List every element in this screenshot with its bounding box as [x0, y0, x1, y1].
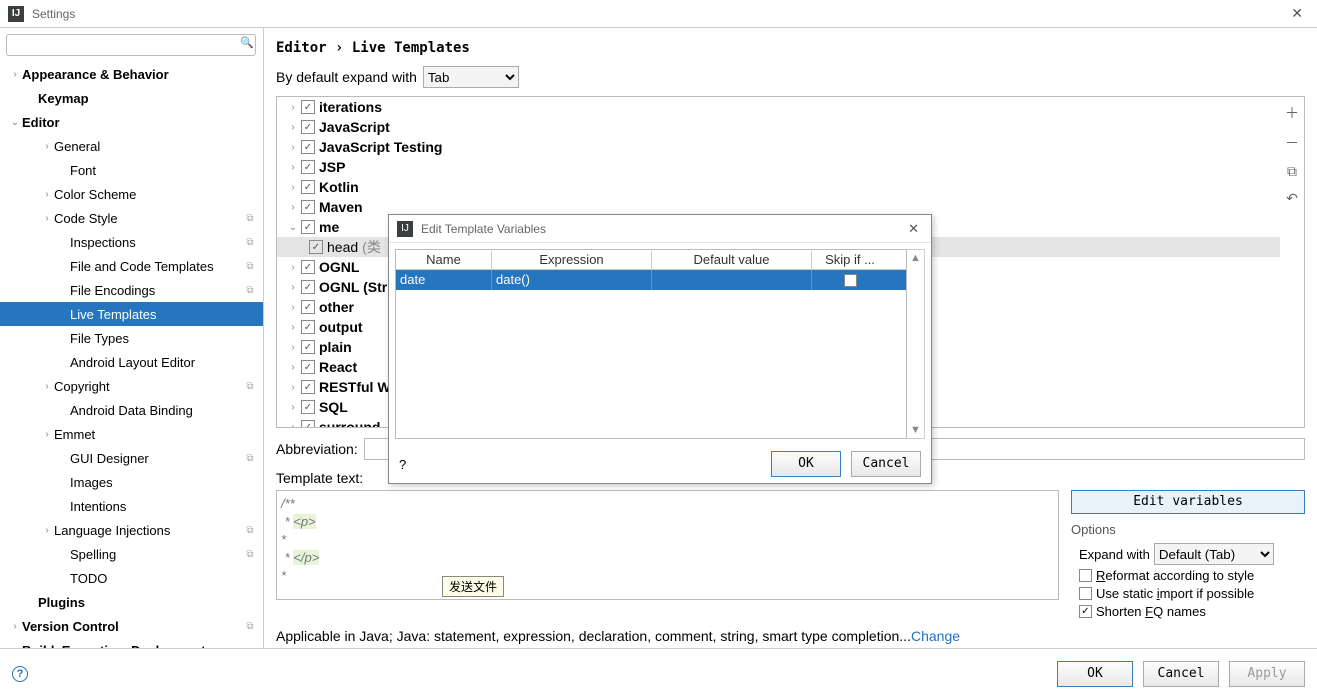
- sidebar-item[interactable]: Images: [0, 470, 263, 494]
- ok-button[interactable]: OK: [1057, 661, 1133, 687]
- sidebar-item[interactable]: Plugins: [0, 590, 263, 614]
- undo-icon[interactable]: ↶: [1286, 190, 1298, 207]
- sidebar-item[interactable]: File Types: [0, 326, 263, 350]
- sidebar-item[interactable]: ›Color Scheme: [0, 182, 263, 206]
- sidebar-item[interactable]: ›Build, Execution, Deployment: [0, 638, 263, 648]
- sidebar-item[interactable]: Android Data Binding: [0, 398, 263, 422]
- tooltip: 发送文件: [442, 576, 504, 597]
- window-title: Settings: [32, 7, 1285, 21]
- add-icon[interactable]: ＋: [1285, 103, 1299, 123]
- applicable-text: Applicable in Java; Java: statement, exp…: [276, 628, 911, 644]
- sidebar-item[interactable]: ›Copyright⧉: [0, 374, 263, 398]
- cancel-button[interactable]: Cancel: [1143, 661, 1219, 687]
- close-icon[interactable]: ✕: [904, 221, 923, 237]
- sidebar-item[interactable]: ›Code Style⧉: [0, 206, 263, 230]
- edit-template-variables-dialog: IJ Edit Template Variables ✕ Name Expres…: [388, 214, 932, 484]
- sidebar-item[interactable]: Keymap: [0, 86, 263, 110]
- expand-default-label: By default expand with: [276, 69, 417, 85]
- search-icon: 🔍: [240, 36, 254, 49]
- checkbox-skip[interactable]: [844, 274, 857, 287]
- dialog-cancel-button[interactable]: Cancel: [851, 451, 921, 477]
- remove-icon[interactable]: －: [1285, 133, 1299, 153]
- template-text-label: Template text:: [276, 470, 363, 486]
- help-icon[interactable]: ?: [12, 666, 28, 682]
- template-group[interactable]: ›✓JavaScript Testing: [277, 137, 1280, 157]
- breadcrumb: Editor › Live Templates: [276, 36, 1305, 66]
- checkbox-shorten-fq[interactable]: ✓: [1079, 605, 1092, 618]
- template-group[interactable]: ›✓Kotlin: [277, 177, 1280, 197]
- sidebar-item[interactable]: ›Appearance & Behavior: [0, 62, 263, 86]
- template-text-area[interactable]: /** * <p> * * </p> *: [276, 490, 1059, 600]
- sidebar-item[interactable]: Live Templates: [0, 302, 263, 326]
- sidebar-item[interactable]: ›General: [0, 134, 263, 158]
- close-icon[interactable]: ✕: [1285, 5, 1309, 22]
- search-input[interactable]: [6, 34, 256, 56]
- sidebar-item[interactable]: File and Code Templates⧉: [0, 254, 263, 278]
- app-icon: IJ: [8, 6, 24, 22]
- sidebar-item[interactable]: Font: [0, 158, 263, 182]
- sidebar-item[interactable]: Spelling⧉: [0, 542, 263, 566]
- sidebar-item[interactable]: ›Version Control⧉: [0, 614, 263, 638]
- col-default: Default value: [652, 250, 812, 269]
- template-group[interactable]: ›✓iterations: [277, 97, 1280, 117]
- sidebar-item[interactable]: Intentions: [0, 494, 263, 518]
- template-group[interactable]: ›✓JSP: [277, 157, 1280, 177]
- dialog-title: Edit Template Variables: [421, 222, 904, 236]
- settings-tree[interactable]: ›Appearance & BehaviorKeymap⌄Editor›Gene…: [0, 62, 263, 648]
- sidebar-item[interactable]: TODO: [0, 566, 263, 590]
- edit-variables-button[interactable]: Edit variables: [1071, 490, 1305, 514]
- sidebar-item[interactable]: ⌄Editor: [0, 110, 263, 134]
- checkbox-static-import[interactable]: [1079, 587, 1092, 600]
- apply-button[interactable]: Apply: [1229, 661, 1305, 687]
- checkbox-reformat[interactable]: [1079, 569, 1092, 582]
- template-group[interactable]: ›✓JavaScript: [277, 117, 1280, 137]
- sidebar-item[interactable]: GUI Designer⧉: [0, 446, 263, 470]
- app-icon: IJ: [397, 221, 413, 237]
- options-title: Options: [1071, 522, 1305, 537]
- sidebar-item[interactable]: ›Language Injections⧉: [0, 518, 263, 542]
- expand-with-select[interactable]: Default (Tab): [1154, 543, 1274, 565]
- help-icon[interactable]: ?: [399, 457, 406, 472]
- abbreviation-label: Abbreviation:: [276, 441, 358, 457]
- variables-table[interactable]: Name Expression Default value Skip if ..…: [395, 249, 907, 439]
- sidebar-item[interactable]: ›Emmet: [0, 422, 263, 446]
- expand-default-select[interactable]: Tab: [423, 66, 519, 88]
- col-expression: Expression: [492, 250, 652, 269]
- dialog-ok-button[interactable]: OK: [771, 451, 841, 477]
- copy-icon[interactable]: ⧉: [1287, 163, 1297, 180]
- change-link[interactable]: Change: [911, 628, 960, 644]
- sidebar-item[interactable]: File Encodings⧉: [0, 278, 263, 302]
- sidebar-item[interactable]: Android Layout Editor: [0, 350, 263, 374]
- sidebar-item[interactable]: Inspections⧉: [0, 230, 263, 254]
- scrollbar[interactable]: ▲▼: [907, 249, 925, 439]
- table-row[interactable]: date date(): [396, 270, 906, 290]
- col-skip: Skip if ...: [812, 250, 888, 269]
- col-name: Name: [396, 250, 492, 269]
- expand-with-label: Expand with: [1079, 547, 1150, 562]
